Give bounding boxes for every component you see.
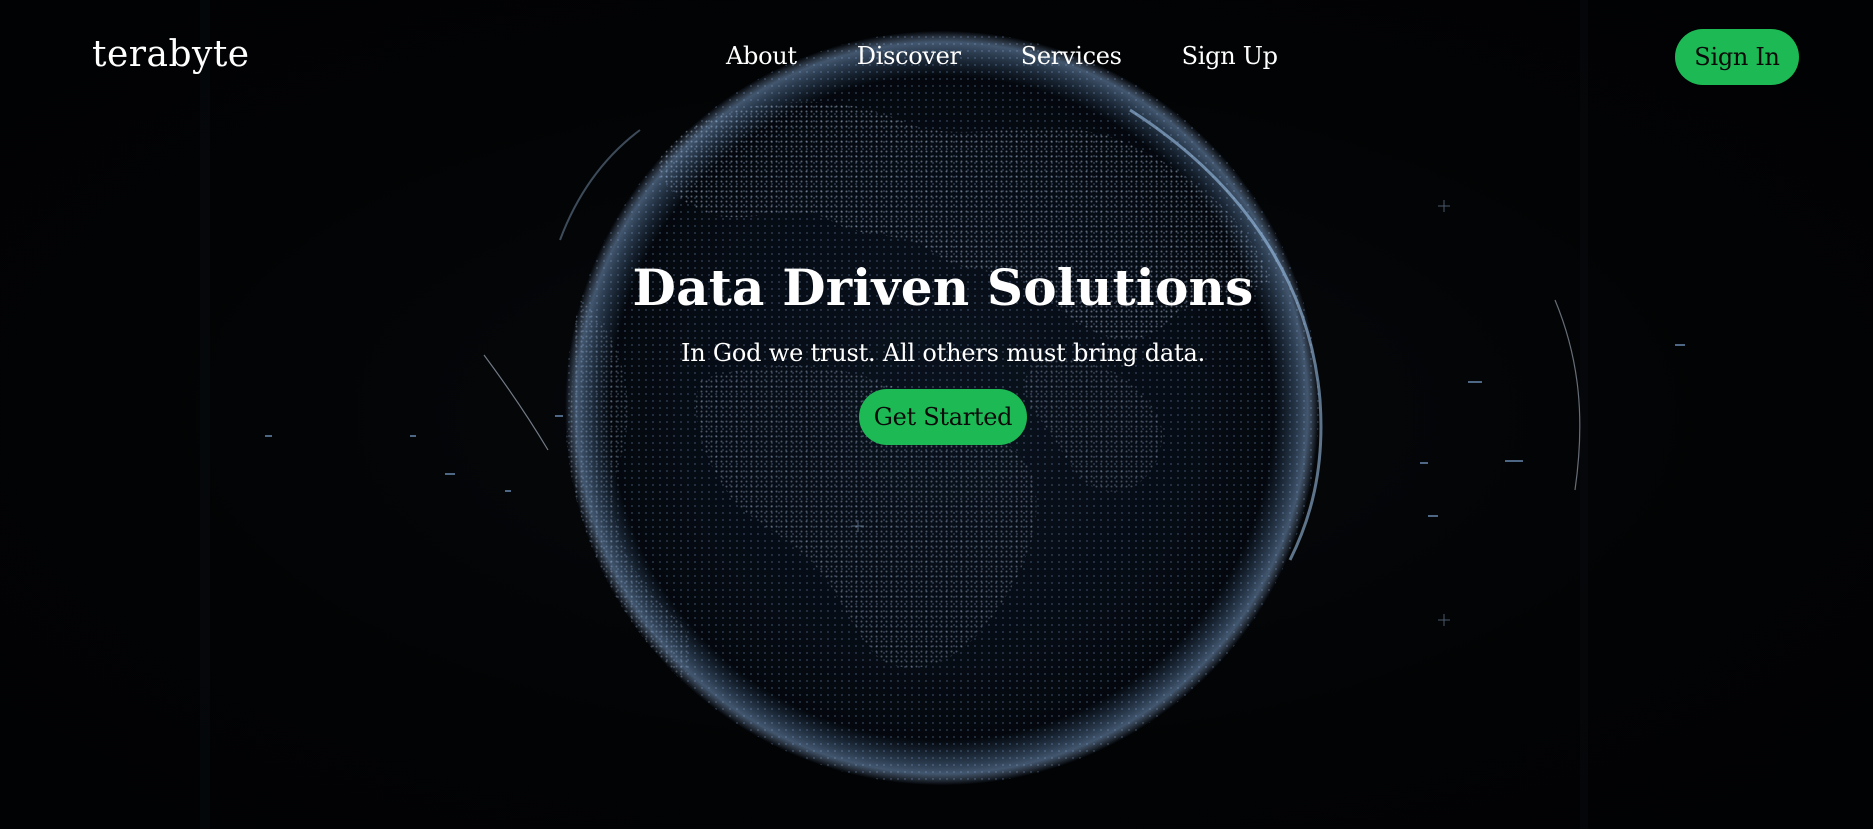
sign-in-button[interactable]: Sign In (1675, 29, 1799, 85)
nav-links: About Discover Services Sign Up (726, 42, 1278, 70)
hero-content: Data Driven Solutions In God we trust. A… (0, 258, 1873, 445)
brand-logo[interactable]: terabyte (92, 34, 250, 75)
hero-section: terabyte About Discover Services Sign Up… (0, 0, 1873, 829)
nav-link-signup[interactable]: Sign Up (1182, 42, 1278, 70)
get-started-button[interactable]: Get Started (859, 389, 1027, 445)
hero-title: Data Driven Solutions (632, 258, 1254, 317)
nav-link-discover[interactable]: Discover (857, 42, 961, 70)
hero-subtitle: In God we trust. All others must bring d… (680, 339, 1206, 367)
top-navigation: terabyte About Discover Services Sign Up… (0, 0, 1873, 115)
nav-link-services[interactable]: Services (1021, 42, 1122, 70)
nav-link-about[interactable]: About (726, 42, 797, 70)
